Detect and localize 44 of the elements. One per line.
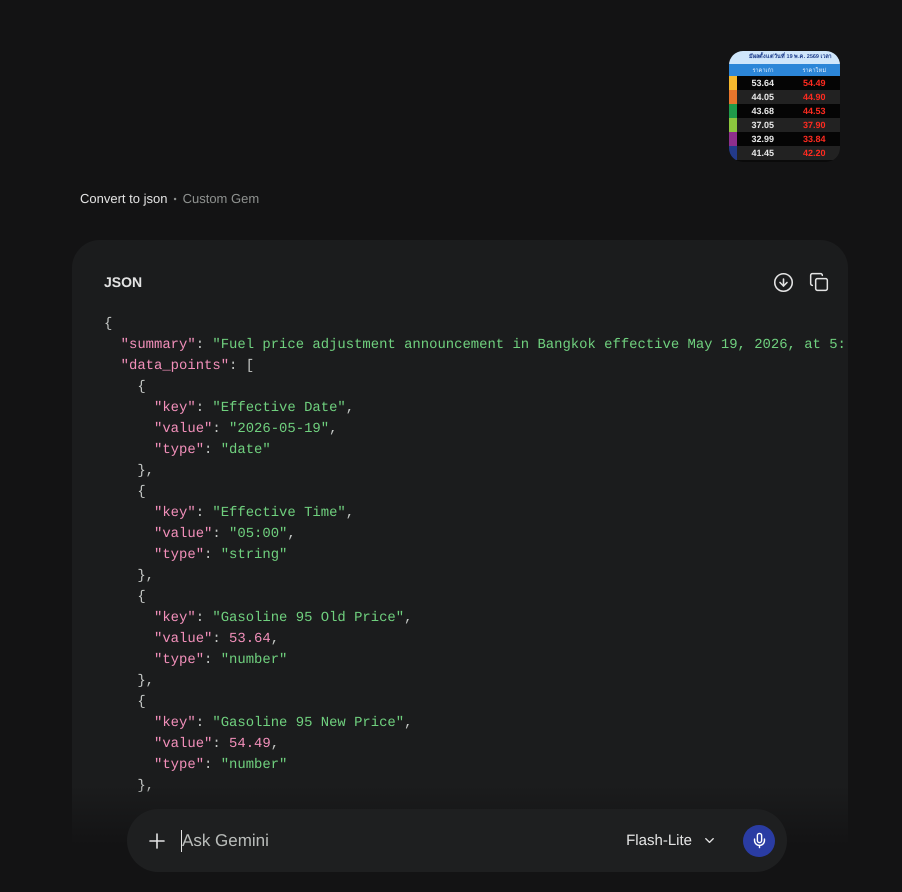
- code-line: {: [136, 588, 147, 607]
- code-line: {: [136, 483, 147, 502]
- new-price: 54.49: [802, 78, 827, 88]
- download-button[interactable]: [772, 271, 794, 293]
- copy-button[interactable]: [808, 271, 830, 293]
- code-line: "key": "Gasoline 95 Old Price",: [153, 609, 414, 628]
- code-line: },: [136, 462, 156, 481]
- code-line: "summary": "Fuel price adjustment announcement in Bangkok effective May 19, 2026, at 5:: [120, 336, 847, 355]
- code-line: "value": "05:00",: [153, 525, 297, 544]
- new-price: 33.84: [802, 134, 827, 144]
- gem-label: Custom Gem: [182, 191, 260, 206]
- new-price: 44.90: [802, 92, 827, 102]
- old-price: 43.68: [750, 106, 776, 116]
- code-line: },: [136, 777, 156, 796]
- code-line: "type": "number": [153, 756, 288, 775]
- separator: •: [173, 194, 177, 204]
- new-price: 37.90: [802, 120, 827, 130]
- code-line: "key": "Gasoline 95 New Price",: [153, 714, 414, 733]
- code-line: "data_points": [: [120, 357, 256, 376]
- code-line: "value": "2026-05-19",: [153, 420, 338, 439]
- code-line: "type": "number": [153, 651, 288, 670]
- old-price: 37.05: [750, 120, 776, 130]
- code-line: },: [136, 567, 156, 586]
- model-selector[interactable]: Flash-Lite: [622, 828, 721, 853]
- code-line: "value": 54.49,: [153, 735, 280, 754]
- code-line: },: [136, 672, 156, 691]
- code-line: "type": "date": [153, 441, 272, 460]
- code-line: {: [136, 378, 147, 397]
- code-line: {: [104, 315, 114, 334]
- code-line: {: [136, 693, 147, 712]
- old-price: 41.45: [750, 148, 776, 158]
- code-line: "key": "Effective Time",: [153, 504, 356, 523]
- mic-button[interactable]: [743, 824, 775, 856]
- new-price: 44.53: [802, 106, 827, 116]
- gem-name: Convert to json: [80, 191, 168, 206]
- code-line: "key": "Effective Date",: [153, 399, 356, 418]
- old-price: 53.64: [750, 78, 776, 88]
- new-price: 42.20: [802, 148, 827, 158]
- code-language: JSON: [104, 274, 142, 290]
- old-price: 44.05: [750, 92, 776, 102]
- prompt-input[interactable]: Ask Gemini: [181, 830, 614, 852]
- code-line: "value": 53.64,: [153, 630, 280, 649]
- code-line: "type": "string": [153, 546, 288, 565]
- old-price: 32.99: [750, 134, 776, 144]
